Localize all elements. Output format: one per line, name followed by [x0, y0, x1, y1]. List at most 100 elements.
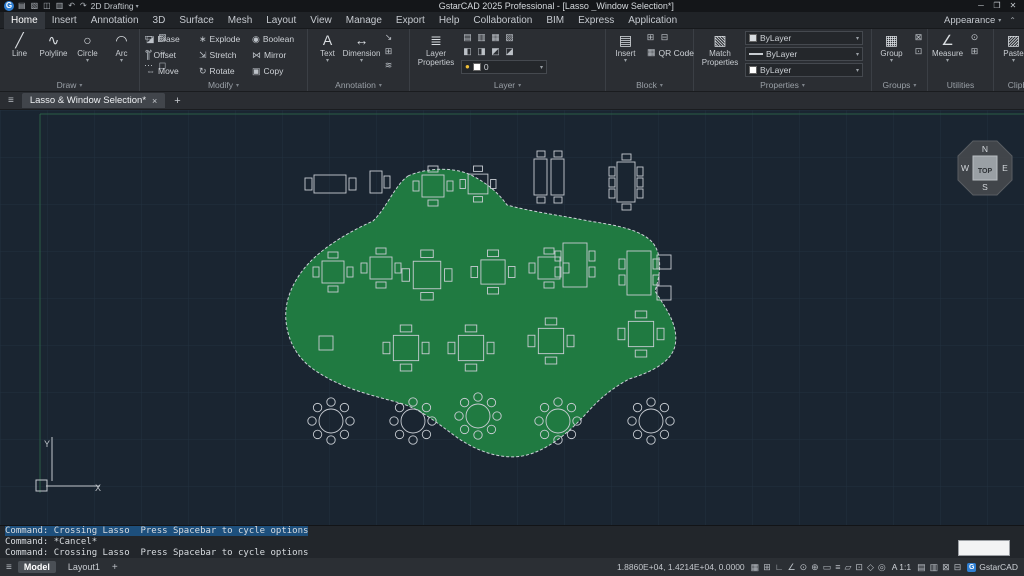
quick-select-icon[interactable]: ⊙: [968, 31, 981, 44]
command-line-panel[interactable]: Command: Crossing Lasso Press Spacebar t…: [0, 525, 1024, 558]
view-cube-south[interactable]: S: [982, 182, 988, 192]
command-line[interactable]: Command: Crossing Lasso Press Spacebar t…: [0, 548, 1024, 558]
quick-calc-icon[interactable]: ⊞: [968, 45, 981, 58]
layer-previous-icon[interactable]: ◪: [503, 45, 516, 58]
menu-tab-view[interactable]: View: [303, 12, 339, 29]
linetype-control[interactable]: ByLayer▾: [745, 47, 863, 61]
save-icon[interactable]: ◫: [43, 0, 51, 12]
menu-tab-manage[interactable]: Manage: [339, 12, 389, 29]
panel-label-properties[interactable]: Properties ▾: [694, 79, 871, 91]
layout1-tab[interactable]: Layout1: [62, 561, 106, 573]
selection-cycling-icon[interactable]: ⊡: [855, 562, 863, 573]
drawing-canvas[interactable]: TOP N W E S Y X: [0, 110, 1024, 525]
print-icon[interactable]: ▥: [56, 0, 64, 12]
menu-tab-bim[interactable]: BIM: [539, 12, 571, 29]
object-tracking-icon[interactable]: ⊕: [811, 562, 819, 573]
layer-lock-icon[interactable]: ▧: [503, 31, 516, 44]
modify-boolean-tool[interactable]: ◉Boolean: [249, 31, 302, 47]
modify-explode-tool[interactable]: ∗Explode: [196, 31, 249, 47]
transparency-icon[interactable]: ▱: [845, 562, 852, 573]
panel-label-utilities[interactable]: Utilities: [928, 79, 993, 91]
layer-freeze-icon[interactable]: ▦: [489, 31, 502, 44]
modify-rotate-tool[interactable]: ↻Rotate: [196, 63, 249, 79]
layer-layer-properties-tool[interactable]: ≣Layer Properties: [413, 31, 459, 68]
undo-icon[interactable]: ↶: [68, 0, 75, 12]
clipboard-paste-tool[interactable]: ▨Paste▾: [997, 31, 1024, 65]
annotation-visibility-icon[interactable]: ▤: [917, 562, 926, 573]
annotation-dimension-tool[interactable]: ↔Dimension▾: [345, 31, 378, 65]
command-line[interactable]: Command: *Cancel*: [0, 537, 1024, 548]
menu-tab-export[interactable]: Export: [389, 12, 432, 29]
annotation-scale[interactable]: A 1:1: [892, 562, 911, 572]
new-document-button[interactable]: +: [169, 95, 185, 107]
view-cube-west[interactable]: W: [961, 163, 969, 173]
ortho-icon[interactable]: ∟: [775, 562, 784, 573]
layer-unisolate-icon[interactable]: ◨: [475, 45, 488, 58]
menu-tab-surface[interactable]: Surface: [172, 12, 220, 29]
color-control[interactable]: ByLayer▾: [745, 31, 863, 45]
dynamic-input-icon[interactable]: ▭: [823, 562, 832, 573]
menu-tab-3d[interactable]: 3D: [146, 12, 173, 29]
panel-label-annotation[interactable]: Annotation ▾: [308, 79, 409, 91]
maximize-button[interactable]: ❐: [990, 0, 1004, 12]
3d-osnap-icon[interactable]: ◇: [867, 562, 874, 573]
menu-tab-layout[interactable]: Layout: [259, 12, 303, 29]
modify-erase-tool[interactable]: ◪Erase: [143, 31, 196, 47]
command-line[interactable]: Command: Crossing Lasso Press Spacebar t…: [0, 526, 1024, 537]
panel-label-clipboard[interactable]: Clipboard: [994, 79, 1024, 91]
modify-move-tool[interactable]: ⇔Move: [143, 63, 196, 79]
workspace-switcher[interactable]: 2D Drafting ▾: [91, 1, 139, 11]
lineweight-control[interactable]: ByLayer▾: [745, 63, 863, 77]
groups-group-tool[interactable]: ▦Group▾: [875, 31, 908, 65]
layer-match-icon[interactable]: ◩: [489, 45, 502, 58]
panel-label-layer[interactable]: Layer ▾: [410, 79, 605, 91]
menu-tab-mesh[interactable]: Mesh: [221, 12, 259, 29]
draw-polyline-tool[interactable]: ∿Polyline: [37, 31, 70, 65]
view-cube[interactable]: TOP N W E S: [958, 141, 1012, 195]
layer-on-icon[interactable]: ▤: [461, 31, 474, 44]
utilities-measure-tool[interactable]: ∠Measure▾: [931, 31, 964, 65]
grid-icon[interactable]: ▦: [751, 562, 760, 573]
layer-dropdown[interactable]: ● 0 ▾: [461, 60, 547, 74]
modify-mirror-tool[interactable]: ⋈Mirror: [249, 47, 302, 63]
minimize-button[interactable]: ─: [974, 0, 988, 12]
minimize-ribbon-icon[interactable]: ⌃: [1005, 16, 1020, 25]
menu-tab-application[interactable]: Application: [621, 12, 684, 29]
group-edit-icon[interactable]: ⊡: [912, 45, 925, 58]
view-cube-east[interactable]: E: [1002, 163, 1008, 173]
panel-label-block[interactable]: Block ▾: [606, 79, 693, 91]
menu-tab-help[interactable]: Help: [432, 12, 467, 29]
menu-tab-express[interactable]: Express: [571, 12, 621, 29]
menu-tab-annotation[interactable]: Annotation: [84, 12, 146, 29]
modify-copy-tool[interactable]: ▣Copy: [249, 63, 302, 79]
leader-icon[interactable]: ↘: [382, 31, 395, 44]
block-qr-code-tool[interactable]: ▦QR Code: [644, 46, 697, 59]
block-attribute-icon[interactable]: ⊟: [658, 31, 671, 44]
document-tab-active[interactable]: Lasso & Window Selection* ×: [22, 93, 165, 108]
redo-icon[interactable]: ↷: [80, 0, 87, 12]
close-tab-icon[interactable]: ×: [152, 96, 157, 106]
gstarcad-logo-icon[interactable]: G: [4, 1, 14, 11]
appearance-menu[interactable]: Appearance ▾: [944, 15, 1005, 26]
view-cube-north[interactable]: N: [982, 144, 988, 154]
modify-stretch-tool[interactable]: ⇲Stretch: [196, 47, 249, 63]
document-menu-icon[interactable]: ≡: [4, 95, 18, 106]
workspace-icon[interactable]: ⊠: [942, 562, 950, 573]
ungroup-icon[interactable]: ⊠: [912, 31, 925, 44]
draw-circle-tool[interactable]: ○Circle▾: [71, 31, 104, 65]
osnap-icon[interactable]: ⊙: [800, 562, 808, 573]
new-layout-button[interactable]: +: [112, 562, 118, 573]
menu-tab-insert[interactable]: Insert: [45, 12, 84, 29]
autoscale-icon[interactable]: ▥: [930, 562, 939, 573]
layer-isolate-icon[interactable]: ◧: [461, 45, 474, 58]
clean-screen-icon[interactable]: ⊟: [954, 562, 962, 573]
modify-offset-tool[interactable]: ∥Offset: [143, 47, 196, 63]
lineweight-icon[interactable]: ≡: [835, 562, 840, 573]
table-icon[interactable]: ⊞: [382, 45, 395, 58]
draw-line-tool[interactable]: ╱Line: [3, 31, 36, 65]
draw-arc-tool[interactable]: ◠Arc▾: [105, 31, 138, 65]
close-button[interactable]: ✕: [1006, 0, 1020, 12]
properties-match-properties-tool[interactable]: ▧Match Properties: [697, 31, 743, 68]
layer-off-icon[interactable]: ▥: [475, 31, 488, 44]
annotation-text-tool[interactable]: AText▾: [311, 31, 344, 65]
